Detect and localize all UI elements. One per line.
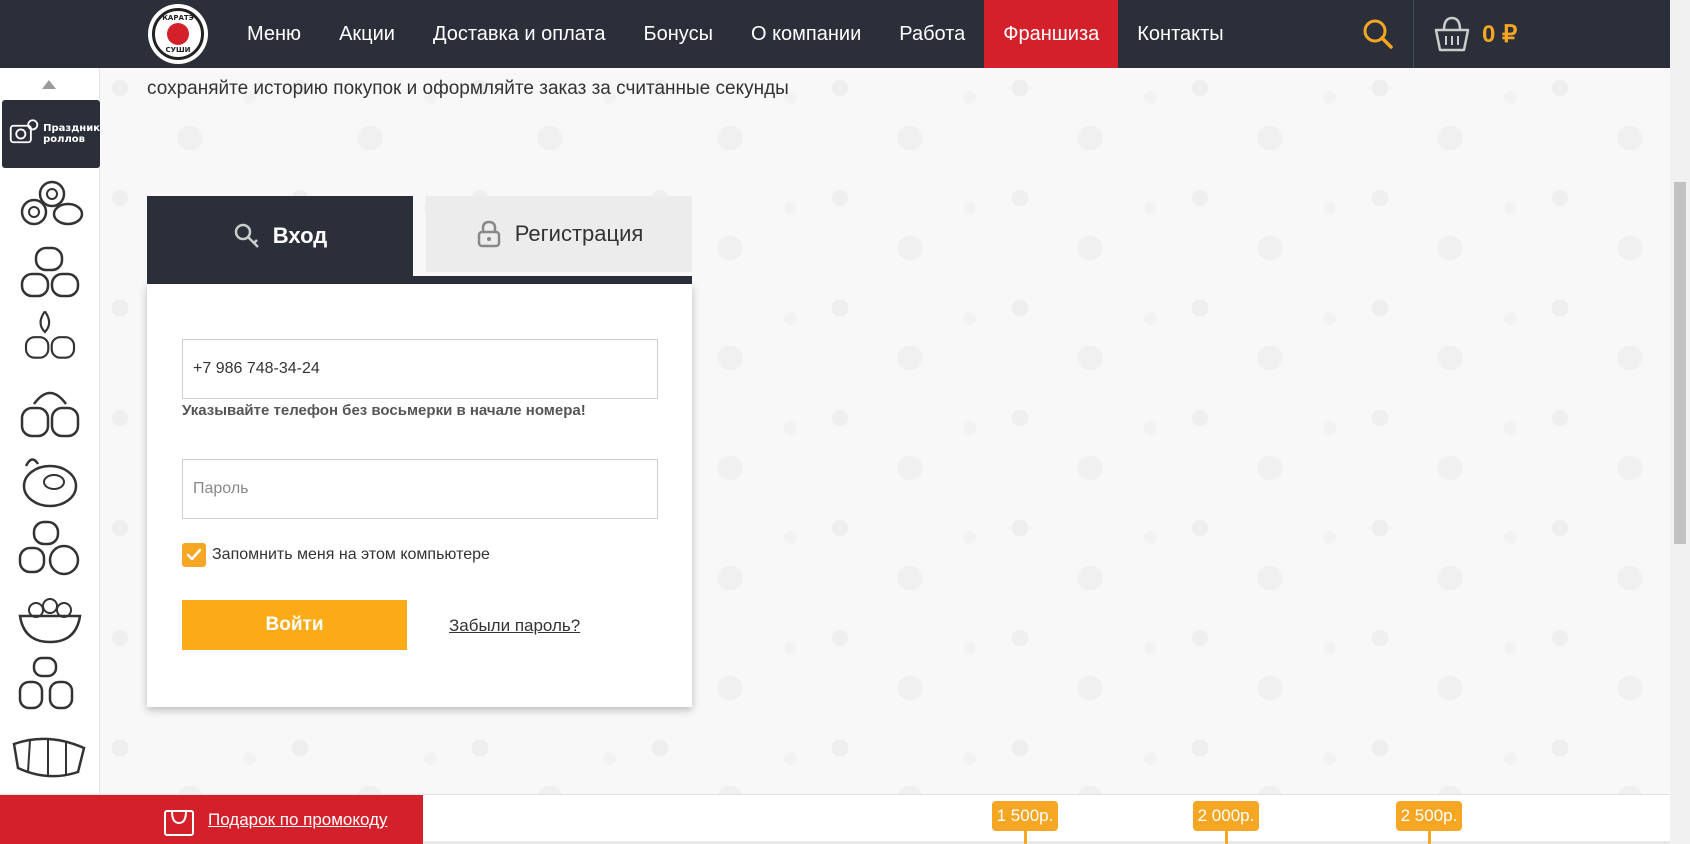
gift-bag-icon — [164, 810, 194, 836]
tab-underline — [147, 276, 692, 284]
nav-item-about[interactable]: О компании — [732, 0, 880, 68]
header: КАРАТЭ СУШИ Меню Акции Доставка и оплата… — [0, 0, 1670, 68]
category-big-rolls-icon[interactable] — [8, 724, 90, 784]
key-icon — [234, 223, 259, 248]
login-form: +7 986 748-34-24 Указывайте телефон без … — [147, 284, 692, 707]
roll-holiday-icon — [9, 119, 39, 144]
phone-hint: Указывайте телефон без восьмерки в начал… — [182, 402, 586, 419]
category-mini-rolls-icon[interactable] — [14, 656, 86, 716]
password-input[interactable]: Пароль — [182, 459, 658, 519]
nav-item-bonuses[interactable]: Бонусы — [625, 0, 732, 68]
threshold-1500: 1 500р. — [992, 801, 1058, 831]
sidebar-scroll-up-arrow[interactable] — [42, 80, 56, 89]
search-button[interactable] — [1362, 18, 1394, 50]
nav-item-franchise[interactable]: Франшиза — [984, 0, 1119, 68]
page-scrollbar[interactable] — [1670, 0, 1690, 844]
search-icon — [1363, 19, 1393, 49]
forgot-password-link[interactable]: Забыли пароль? — [449, 616, 580, 636]
logo-emblem: КАРАТЭ СУШИ — [152, 8, 204, 60]
sidebar-promo-label-line1: Праздник — [43, 123, 100, 134]
logo-text-bottom: СУШИ — [165, 46, 191, 54]
tab-register[interactable]: Регистрация — [426, 196, 692, 272]
gift-promo-button[interactable]: Подарок по промокоду — [0, 795, 423, 844]
gift-promo-label: Подарок по промокоду — [208, 810, 388, 829]
category-rolls-icon[interactable] — [14, 244, 86, 304]
sidebar-promo-label: Праздник роллов — [43, 123, 100, 145]
sidebar-promo-rolls-holiday[interactable]: Праздник роллов — [2, 100, 100, 168]
threshold-tick — [1428, 831, 1431, 844]
lock-icon — [477, 220, 500, 248]
logo-sun — [167, 23, 189, 45]
basket-icon — [1434, 16, 1470, 52]
tab-login-label: Вход — [272, 223, 328, 248]
nav-item-jobs[interactable]: Работа — [880, 0, 984, 68]
category-hot-rolls-icon[interactable] — [14, 308, 86, 368]
threshold-tick — [1225, 831, 1228, 844]
remember-me-checkbox[interactable]: Запомнить меня на этом компьютере — [182, 543, 490, 567]
nav-item-menu[interactable]: Меню — [228, 0, 320, 68]
logo-text-top: КАРАТЭ — [162, 14, 194, 22]
category-fruit-rolls-icon[interactable] — [14, 520, 86, 580]
cart-sum: 0 ₽ — [1482, 20, 1518, 48]
category-sidebar: Праздник роллов — [0, 68, 100, 794]
intro-line-2: сохраняйте историю покупок и оформляйте … — [147, 78, 789, 99]
checkmark-icon — [186, 548, 202, 561]
threshold-tick — [1024, 831, 1027, 844]
category-sets-icon[interactable] — [14, 176, 86, 236]
checkbox-checked[interactable] — [182, 543, 206, 567]
main-nav: Меню Акции Доставка и оплата Бонусы О ко… — [228, 0, 1243, 68]
scrollbar-thumb[interactable] — [1674, 182, 1686, 544]
header-divider — [1413, 0, 1414, 68]
category-baked-rolls-icon[interactable] — [14, 384, 86, 444]
sidebar-promo-label-line2: роллов — [43, 134, 85, 145]
tab-register-label: Регистрация — [514, 221, 644, 246]
remember-me-label: Запомнить меня на этом компьютере — [212, 546, 490, 563]
nav-item-contacts[interactable]: Контакты — [1118, 0, 1242, 68]
login-submit-button[interactable]: Войти — [182, 600, 407, 650]
cart-button[interactable]: 0 ₽ — [1432, 14, 1517, 54]
tab-login[interactable]: Вход — [147, 196, 413, 276]
threshold-2500: 2 500р. — [1396, 801, 1462, 831]
nav-item-delivery[interactable]: Доставка и оплата — [414, 0, 625, 68]
category-tempura-icon[interactable] — [14, 452, 86, 512]
nav-item-promotions[interactable]: Акции — [320, 0, 414, 68]
logo[interactable]: КАРАТЭ СУШИ — [148, 4, 208, 64]
threshold-2000: 2 000р. — [1193, 801, 1259, 831]
bottom-bar: Подарок по промокоду 1 500р. 2 000р. 2 5… — [0, 794, 1670, 844]
phone-input[interactable]: +7 986 748-34-24 — [182, 339, 658, 399]
category-bowls-icon[interactable] — [14, 590, 86, 650]
